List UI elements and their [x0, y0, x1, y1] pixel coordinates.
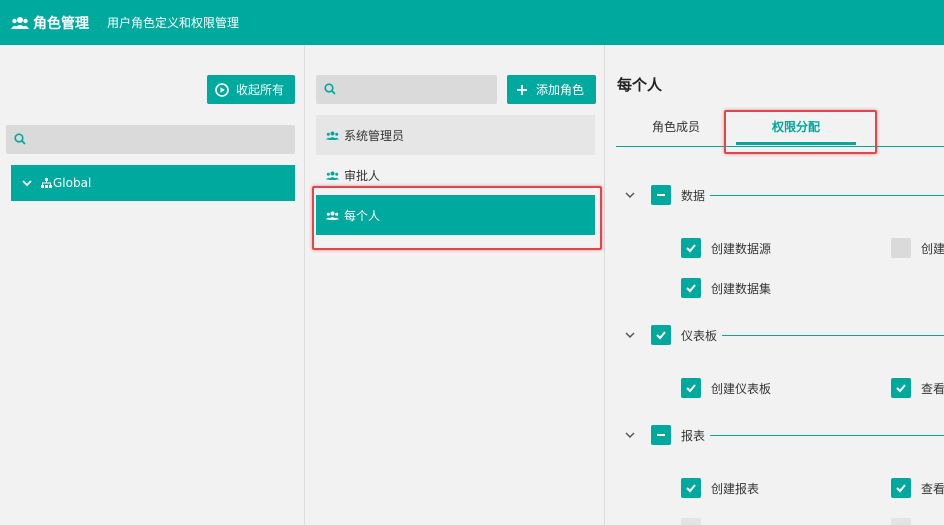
- tab-permissions[interactable]: 权限分配: [736, 107, 856, 145]
- users-icon: [326, 171, 339, 180]
- minus-icon: [657, 434, 665, 436]
- group-checkbox-partial[interactable]: [651, 185, 671, 205]
- plus-icon: [517, 84, 527, 95]
- role-search[interactable]: [316, 75, 497, 104]
- perm-item-partial[interactable]: [891, 518, 921, 525]
- perm-checkbox[interactable]: [681, 278, 701, 298]
- group-divider: [710, 195, 944, 196]
- perm-label: 创建报表: [711, 481, 760, 496]
- tree-node-global[interactable]: Global: [11, 165, 295, 201]
- perm-checkbox[interactable]: [681, 478, 701, 498]
- perm-item[interactable]: 创建报表: [681, 478, 759, 498]
- chevron-down-icon[interactable]: [21, 177, 33, 189]
- perm-checkbox[interactable]: [891, 518, 911, 525]
- perm-label: 创建数据集: [711, 281, 772, 296]
- perm-label: 创建数据源: [711, 241, 772, 256]
- perm-item[interactable]: 查看: [891, 478, 944, 498]
- chevron-down-icon[interactable]: [624, 329, 636, 341]
- role-item-admin[interactable]: 系统管理员: [316, 115, 595, 155]
- perm-checkbox[interactable]: [891, 478, 911, 498]
- role-label: 每个人: [344, 208, 381, 223]
- play-circle-icon: [215, 82, 229, 97]
- role-detail-panel: 每个人 角色成员 权限分配 数据 创建数据源 创建 创建数据集 仪表板 创建仪表…: [606, 45, 944, 525]
- tree-search-input[interactable]: [32, 129, 291, 149]
- perm-checkbox[interactable]: [681, 378, 701, 398]
- perm-item[interactable]: 创建仪表板: [681, 378, 771, 398]
- perm-group-report: 报表: [606, 420, 944, 450]
- check-icon: [686, 244, 696, 253]
- perm-group-data: 数据: [606, 180, 944, 210]
- check-icon: [656, 331, 666, 340]
- search-icon: [324, 83, 336, 95]
- tree-search[interactable]: [6, 125, 295, 154]
- perm-item-partial[interactable]: [681, 518, 711, 525]
- app-title: 角色管理: [33, 15, 89, 32]
- add-role-label: 添加角色: [536, 83, 585, 97]
- check-icon: [896, 484, 906, 493]
- add-role-button[interactable]: 添加角色: [507, 75, 596, 104]
- users-icon: [326, 211, 339, 220]
- roles-panel: 添加角色 系统管理员 审批人 每个人: [306, 45, 605, 525]
- role-item-everyone[interactable]: 每个人: [316, 195, 595, 235]
- perm-label: 查看: [921, 381, 944, 396]
- chevron-down-icon[interactable]: [624, 429, 636, 441]
- group-label: 数据: [681, 189, 706, 203]
- perm-item[interactable]: 创建数据源: [681, 238, 771, 258]
- app-header: 角色管理 用户角色定义和权限管理: [0, 0, 944, 45]
- perm-checkbox[interactable]: [891, 378, 911, 398]
- group-label: 报表: [681, 429, 706, 443]
- collapse-all-button[interactable]: 收起所有: [207, 75, 295, 104]
- perm-label: 创建仪表板: [711, 381, 772, 396]
- collapse-all-label: 收起所有: [236, 83, 285, 97]
- role-detail-title: 每个人: [617, 76, 663, 94]
- tree-node-label: Global: [53, 176, 92, 190]
- perm-checkbox[interactable]: [891, 238, 911, 258]
- active-tab-indicator: [736, 142, 856, 145]
- check-icon: [686, 484, 696, 493]
- group-label: 仪表板: [681, 329, 718, 343]
- role-item-approver[interactable]: 审批人: [316, 155, 595, 195]
- minus-icon: [657, 194, 665, 196]
- role-label: 审批人: [344, 168, 381, 183]
- tab-label: 角色成员: [651, 119, 700, 134]
- group-checkbox-checked[interactable]: [651, 325, 671, 345]
- role-search-input[interactable]: [342, 79, 493, 99]
- perm-item[interactable]: 创建数据集: [681, 278, 771, 298]
- group-checkbox-partial[interactable]: [651, 425, 671, 445]
- check-icon: [686, 284, 696, 293]
- org-chart-icon: [41, 177, 52, 188]
- left-panel: 收起所有 Global: [0, 45, 305, 525]
- perm-item[interactable]: 查看: [891, 378, 944, 398]
- detail-tabs: 角色成员 权限分配: [616, 107, 944, 147]
- check-icon: [896, 384, 906, 393]
- app-subtitle: 用户角色定义和权限管理: [107, 16, 240, 30]
- perm-label: 查看: [921, 481, 944, 496]
- search-icon: [14, 133, 26, 145]
- perm-item[interactable]: 创建: [891, 238, 944, 258]
- group-divider: [710, 435, 944, 436]
- perm-checkbox[interactable]: [681, 238, 701, 258]
- tab-role-members[interactable]: 角色成员: [626, 107, 726, 145]
- users-icon: [326, 131, 339, 140]
- check-icon: [686, 384, 696, 393]
- perm-group-dashboard: 仪表板: [606, 320, 944, 350]
- perm-label: 创建: [921, 241, 944, 256]
- perm-checkbox[interactable]: [681, 518, 701, 525]
- role-label: 系统管理员: [344, 128, 405, 143]
- users-icon: [11, 16, 29, 29]
- tab-label: 权限分配: [771, 119, 820, 134]
- group-divider: [722, 335, 944, 336]
- chevron-down-icon[interactable]: [624, 189, 636, 201]
